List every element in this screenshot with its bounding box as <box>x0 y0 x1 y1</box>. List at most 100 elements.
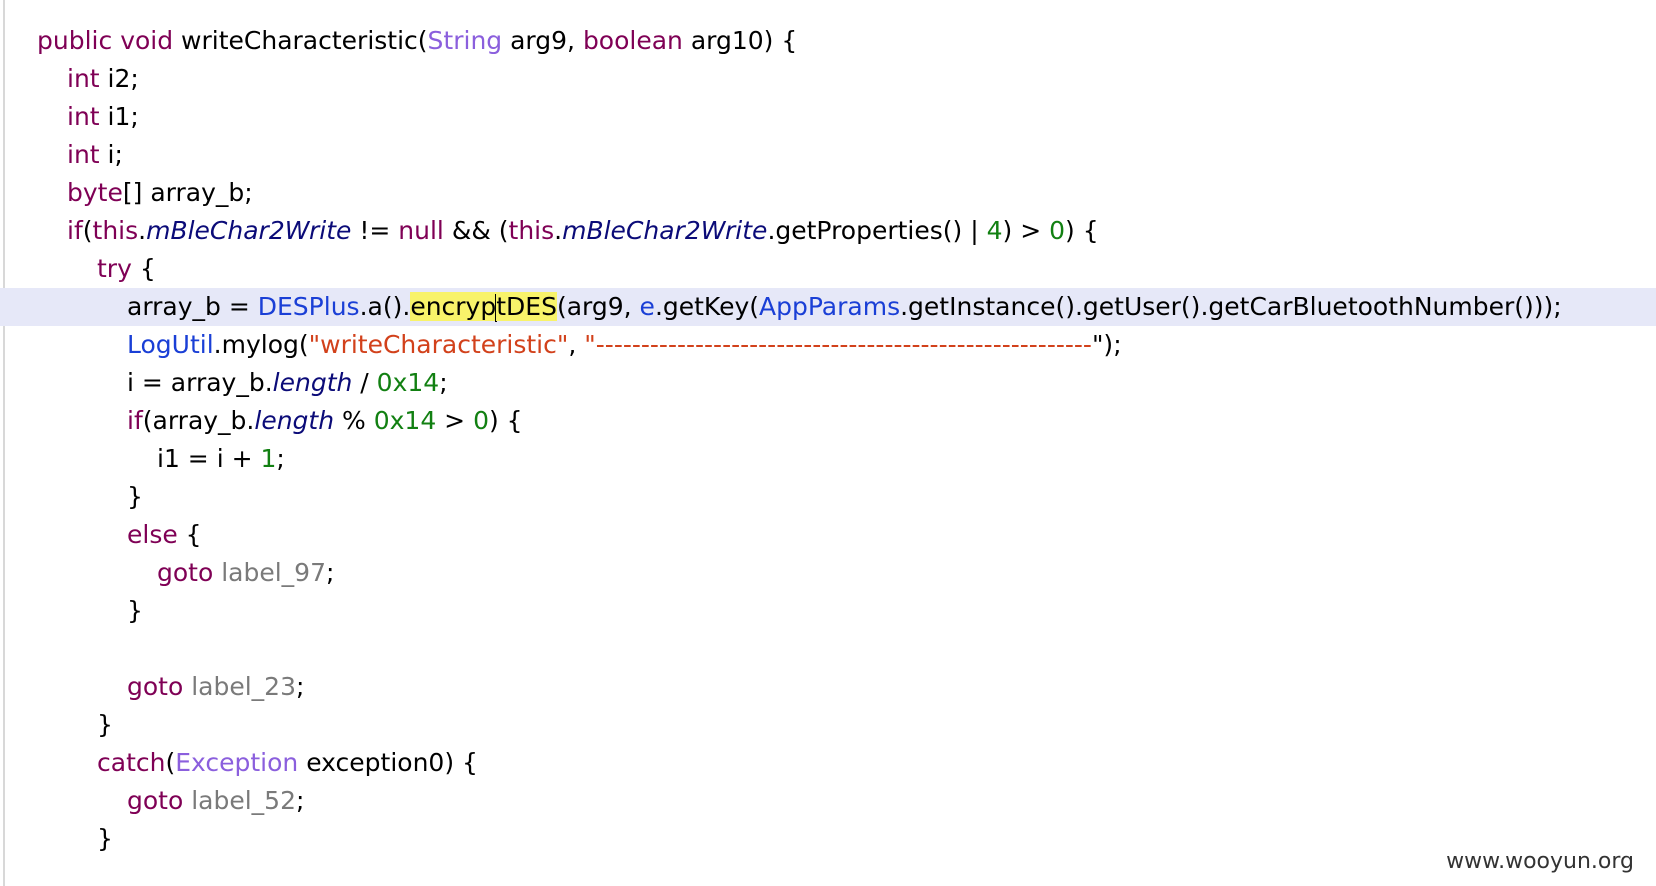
code-token: i1 = i + <box>157 444 261 473</box>
code-token: ) > <box>1002 216 1050 245</box>
code-line[interactable]: goto label_97; <box>0 554 1656 592</box>
code-token: i2; <box>99 64 139 93</box>
watermark: www.wooyun.org <box>1446 849 1634 874</box>
code-token: int <box>67 140 100 169</box>
code-token: } <box>127 482 143 511</box>
code-token: 0x14 <box>373 406 437 435</box>
code-token: label_52 <box>191 786 296 815</box>
code-token: int <box>67 102 100 131</box>
code-line[interactable]: i1 = i + 1; <box>0 440 1656 478</box>
code-token: i = array_b. <box>127 368 273 397</box>
code-token: try <box>97 254 132 283</box>
code-line[interactable]: goto label_23; <box>0 668 1656 706</box>
code-token: 4 <box>986 216 1003 245</box>
code-token: if <box>67 216 83 245</box>
code-line[interactable]: goto label_52; <box>0 782 1656 820</box>
code-token: length <box>254 406 335 435</box>
code-line-current[interactable]: array_b = DESPlus.a().encryptDES(arg9, e… <box>0 288 1656 326</box>
code-line[interactable]: LogUtil.mylog("writeCharacteristic", "--… <box>0 326 1656 364</box>
code-token: Exception <box>175 748 299 777</box>
code-token: tDES <box>496 292 557 321</box>
code-token: } <box>97 710 113 739</box>
code-token: . <box>138 216 147 245</box>
code-line[interactable]: catch(Exception exception0) { <box>0 744 1656 782</box>
code-token: } <box>127 596 143 625</box>
code-token: "---------------------------------------… <box>584 330 1092 359</box>
code-token: ) { <box>1065 216 1099 245</box>
code-line[interactable] <box>0 630 1656 668</box>
code-token: i1; <box>99 102 139 131</box>
code-token: / <box>352 368 377 397</box>
code-token: i; <box>99 140 123 169</box>
code-token: [] array_b; <box>122 178 253 207</box>
code-token: .a(). <box>359 292 411 321</box>
code-token: 0 <box>473 406 489 435</box>
code-token: != <box>351 216 399 245</box>
code-area[interactable]: public void writeCharacteristic(String a… <box>0 22 1656 858</box>
code-token: LogUtil <box>127 330 214 359</box>
code-token: ( <box>165 748 176 777</box>
code-token: writeCharacteristic( <box>173 26 428 55</box>
code-token: int <box>67 64 100 93</box>
code-token: ; <box>326 558 335 587</box>
code-line[interactable]: } <box>0 592 1656 630</box>
code-line[interactable]: if(this.mBleChar2Write != null && (this.… <box>0 212 1656 250</box>
code-token: arg10) { <box>682 26 798 55</box>
code-token: e <box>639 292 655 321</box>
code-token: } <box>97 824 113 853</box>
code-token: else <box>127 520 178 549</box>
code-token: byte <box>67 178 123 207</box>
code-token: this <box>92 216 139 245</box>
code-token: "); <box>1091 330 1122 359</box>
code-token: % <box>334 406 374 435</box>
code-token: null <box>398 216 444 245</box>
code-editor[interactable]: public void writeCharacteristic(String a… <box>0 0 1656 886</box>
code-line[interactable]: } <box>0 820 1656 858</box>
code-token: .mylog( <box>213 330 309 359</box>
code-token: ) { <box>488 406 523 435</box>
code-token: .getProperties() | <box>767 216 987 245</box>
code-token: { <box>131 254 156 283</box>
code-token: , <box>568 330 585 359</box>
code-line[interactable]: int i1; <box>0 98 1656 136</box>
code-token: label_97 <box>221 558 326 587</box>
code-token: goto <box>157 558 214 587</box>
code-token: "writeCharacteristic" <box>308 330 569 359</box>
code-token: ; <box>276 444 285 473</box>
code-token: array_b = <box>127 292 258 321</box>
code-token: mBleChar2Write <box>562 216 768 245</box>
code-token: label_23 <box>191 672 296 701</box>
code-token: (arg9, <box>556 292 640 321</box>
code-token: ( <box>82 216 93 245</box>
code-token: .getKey( <box>654 292 760 321</box>
code-line[interactable]: byte[] array_b; <box>0 174 1656 212</box>
code-token: 1 <box>260 444 277 473</box>
code-line[interactable]: int i; <box>0 136 1656 174</box>
code-line[interactable]: public void writeCharacteristic(String a… <box>0 22 1656 60</box>
code-line[interactable]: } <box>0 706 1656 744</box>
code-token: 0x14 <box>376 368 440 397</box>
code-token: && ( <box>443 216 509 245</box>
code-token: encryp <box>410 292 497 321</box>
code-line[interactable]: else { <box>0 516 1656 554</box>
code-token: if <box>127 406 143 435</box>
code-line[interactable]: if(array_b.length % 0x14 > 0) { <box>0 402 1656 440</box>
code-token: (array_b. <box>142 406 255 435</box>
code-token: > <box>436 406 474 435</box>
code-token: this <box>508 216 555 245</box>
code-line[interactable]: i = array_b.length / 0x14; <box>0 364 1656 402</box>
code-line[interactable]: try { <box>0 250 1656 288</box>
code-line[interactable]: } <box>0 478 1656 516</box>
code-token: catch <box>97 748 166 777</box>
code-token: exception0) { <box>298 748 478 777</box>
code-token: public <box>37 26 113 55</box>
code-line[interactable]: int i2; <box>0 60 1656 98</box>
code-token: .getInstance().getUser().getCarBluetooth… <box>900 292 1562 321</box>
code-token: length <box>272 368 353 397</box>
code-token: void <box>120 26 174 55</box>
code-token: ; <box>296 672 305 701</box>
code-token: 0 <box>1049 216 1066 245</box>
code-token: ; <box>296 786 305 815</box>
code-token: goto <box>127 672 184 701</box>
